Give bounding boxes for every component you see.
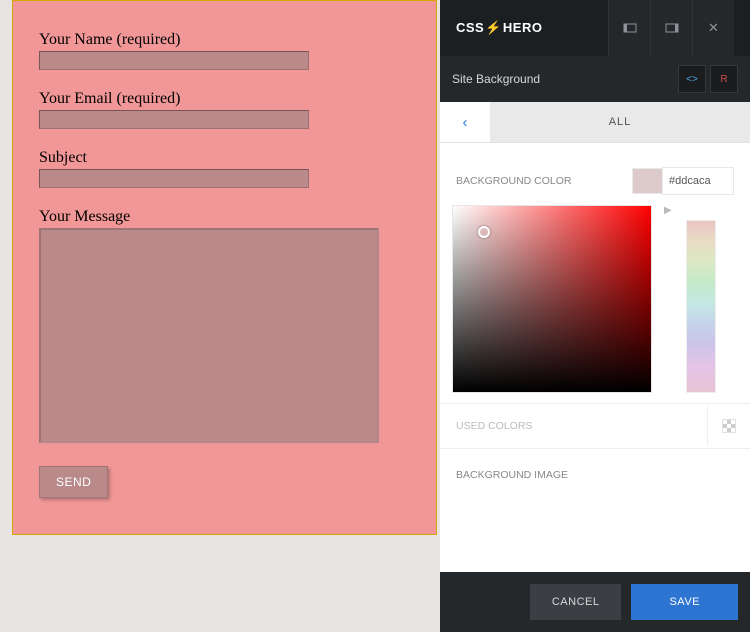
panel-subheader: Site Background <> R	[440, 56, 750, 102]
transparent-icon	[722, 419, 736, 433]
email-label: Your Email (required)	[39, 90, 410, 108]
chevron-left-icon: ‹	[463, 114, 468, 131]
tab-row: ‹ ALL	[440, 102, 750, 143]
brand-right: HERO	[503, 20, 543, 35]
chevron-right-icon: ▶	[664, 205, 672, 216]
expand-palette-button[interactable]: ▶	[664, 205, 672, 216]
tab-indicator-icon	[614, 96, 626, 102]
close-button[interactable]: ✕	[692, 0, 734, 56]
subject-input[interactable]	[39, 169, 309, 188]
tab-all-label: ALL	[609, 116, 632, 128]
background-color-label: BACKGROUND COLOR	[456, 175, 632, 187]
subject-label: Subject	[39, 149, 410, 167]
code-icon: <>	[686, 74, 698, 85]
contact-form-canvas: Your Name (required) Your Email (require…	[12, 0, 437, 535]
color-picker-canvas[interactable]	[452, 205, 652, 393]
reset-button[interactable]: R	[710, 65, 738, 93]
brand: CSS⚡HERO	[456, 20, 608, 36]
tab-all[interactable]: ALL	[490, 102, 750, 142]
message-textarea[interactable]	[39, 228, 379, 443]
selected-element: Site Background	[452, 72, 674, 86]
message-label: Your Message	[39, 208, 410, 226]
lightning-icon: ⚡	[485, 20, 502, 36]
panel-header: CSS⚡HERO ✕	[440, 0, 750, 56]
panel-dock-left-button[interactable]	[608, 0, 650, 56]
color-picker-handle[interactable]	[478, 226, 490, 238]
send-button[interactable]: SEND	[39, 466, 108, 498]
color-swatch[interactable]	[632, 168, 662, 194]
email-input[interactable]	[39, 110, 309, 129]
name-label: Your Name (required)	[39, 31, 410, 49]
close-icon: ✕	[708, 20, 719, 36]
panel-body: BACKGROUND COLOR ▶ USED COLORS BACKGROUN…	[440, 143, 750, 572]
panel-footer: CANCEL SAVE	[440, 572, 750, 632]
panel-dock-right-button[interactable]	[650, 0, 692, 56]
save-button[interactable]: SAVE	[631, 584, 738, 620]
used-colors-label: USED COLORS	[440, 406, 708, 446]
hue-slider[interactable]	[686, 220, 716, 393]
used-colors-row: USED COLORS	[440, 404, 750, 449]
transparent-swatch[interactable]	[708, 404, 750, 448]
hex-input[interactable]	[662, 167, 734, 195]
name-input[interactable]	[39, 51, 309, 70]
cancel-button[interactable]: CANCEL	[530, 584, 622, 620]
back-button[interactable]: ‹	[440, 102, 490, 142]
css-hero-panel: CSS⚡HERO ✕ Site Background <> R ‹ ALL BA…	[440, 0, 750, 632]
brand-left: CSS	[456, 20, 484, 35]
code-view-button[interactable]: <>	[678, 65, 706, 93]
background-image-label: BACKGROUND IMAGE	[440, 449, 750, 489]
color-picker: ▶	[440, 205, 750, 404]
